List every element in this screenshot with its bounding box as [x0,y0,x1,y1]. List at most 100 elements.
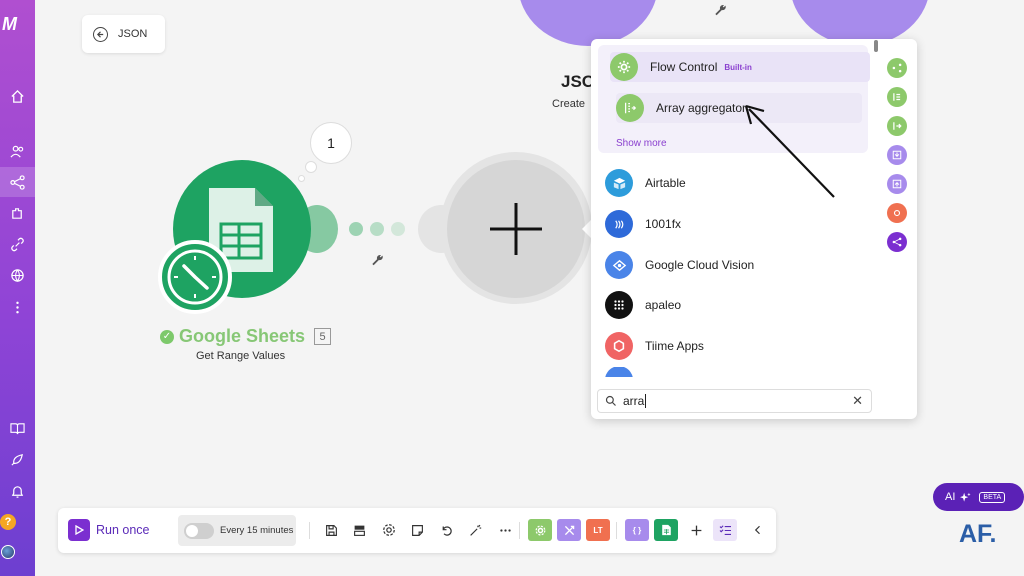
more-options-icon[interactable] [0,292,35,322]
arrow-left-icon [93,26,108,42]
connector-dot [391,222,405,236]
make-logo[interactable]: M [2,14,28,36]
auto-align-wand-icon[interactable] [466,521,484,539]
schedule-clock-icon[interactable] [158,240,232,314]
module-item-1001fx[interactable]: 1001fx [605,209,865,239]
apaleo-icon [605,291,633,319]
dropdown-scrollbar[interactable] [874,40,878,52]
google-sheets-icon[interactable] [654,519,678,541]
avatar[interactable] [1,545,15,559]
ai-assistant-button[interactable]: AI BETA [933,483,1024,511]
count-bubble-tail [305,161,317,173]
connections-link-icon[interactable] [0,229,35,259]
category-iterator-icon[interactable] [887,116,907,136]
log-badge[interactable]: LT [586,519,610,541]
text-cursor [645,394,647,408]
plus-icon [490,203,542,255]
module-item-apaleo[interactable]: apaleo [605,290,865,320]
sparkle-icon [960,492,972,502]
notes-icon[interactable] [408,521,426,539]
module-label: apaleo [645,298,682,312]
run-once-label[interactable]: Run once [96,523,150,537]
module-item-flow-control[interactable]: Flow Control Built-in [610,52,870,82]
module-search-field[interactable]: arra ✕ [597,389,872,413]
module-picker: Flow Control Built-in Array aggregator S… [591,39,917,419]
array-aggregator-icon [616,94,644,122]
ai-label: AI [945,491,956,503]
team-icon[interactable] [0,136,35,166]
schedule-toggle[interactable] [184,523,214,539]
search-icon [605,395,616,406]
collapse-chevron-icon[interactable] [749,521,767,539]
google-sheets-label: ✓ Google Sheets 5 [160,326,332,347]
module-label: Tiime Apps [645,339,704,353]
operation-count-bubble[interactable]: 1 [310,122,352,164]
category-upload-icon[interactable] [887,174,907,194]
apps-puzzle-icon[interactable] [0,198,35,228]
add-icon[interactable] [687,521,705,539]
play-icon [75,525,84,535]
connector-dot [349,222,363,236]
wrench-icon[interactable] [371,253,385,267]
category-flow-icon[interactable] [887,58,907,78]
module-item-partial[interactable] [605,367,865,377]
back-button[interactable]: JSON [82,15,165,53]
help-icon[interactable]: ? [0,514,16,530]
connector-dot [370,222,384,236]
category-download-icon[interactable] [887,145,907,165]
undo-icon[interactable] [437,521,455,539]
watermark-logo: AF. [959,520,997,548]
scenario-toolbar: Run once Every 15 minutes LT { } [58,508,776,553]
scenario-settings-icon[interactable] [350,521,368,539]
clear-search-icon[interactable]: ✕ [852,393,863,409]
module-label: 1001fx [645,217,682,231]
dropdown-pointer [582,220,591,238]
search-value: arra [623,394,645,408]
notifications-bell-icon[interactable] [0,476,35,506]
module-label: Flow Control [650,60,718,74]
schedule-control[interactable]: Every 15 minutes [178,515,296,546]
1001fx-icon [605,210,633,238]
toolbar-divider [616,522,617,539]
add-module-button[interactable] [447,160,585,298]
category-share-icon[interactable] [887,232,907,252]
module-item-google-cloud-vision[interactable]: Google Cloud Vision [605,250,865,280]
module-name: Google Sheets [179,326,306,346]
flow-control-icon[interactable] [557,519,581,541]
wrench-icon[interactable] [714,3,728,17]
back-label: JSON [118,28,148,40]
run-once-button[interactable] [68,519,90,541]
checklist-icon[interactable] [713,519,737,541]
google-cloud-vision-icon [605,251,633,279]
webhooks-globe-icon[interactable] [0,260,35,290]
module-label: Airtable [645,176,686,190]
module-label: Google Cloud Vision [645,258,755,272]
schedule-label[interactable]: Every 15 minutes [220,525,293,536]
app-icon [605,367,633,377]
annotation-arrow-icon [744,104,835,198]
save-icon[interactable] [322,521,340,539]
gear-icon [610,53,638,81]
scenarios-icon[interactable] [0,167,35,197]
toolbar-divider [519,522,520,539]
built-in-badge: Built-in [724,62,752,72]
category-tools-icon[interactable] [887,203,907,223]
json-module-title: JSO [561,72,596,91]
json-module-subtitle: Create [552,98,586,110]
category-aggregator-icon[interactable] [887,87,907,107]
module-id-badge: 5 [314,328,332,345]
toolbar-divider [309,522,310,539]
rocket-icon[interactable] [0,444,35,474]
gear-icon[interactable] [380,521,398,539]
module-item-tiime-apps[interactable]: Tiime Apps [605,331,865,361]
json-braces-badge[interactable]: { } [625,519,649,541]
more-options-icon[interactable] [496,521,514,539]
left-sidebar: M ? [0,0,35,576]
check-icon: ✓ [160,329,174,344]
show-more-link[interactable]: Show more [616,138,667,149]
docs-book-icon[interactable] [0,413,35,443]
airtable-icon [605,169,633,197]
module-label: Array aggregator [656,101,747,115]
tools-gear-icon[interactable] [528,519,552,541]
home-icon[interactable] [0,81,35,111]
